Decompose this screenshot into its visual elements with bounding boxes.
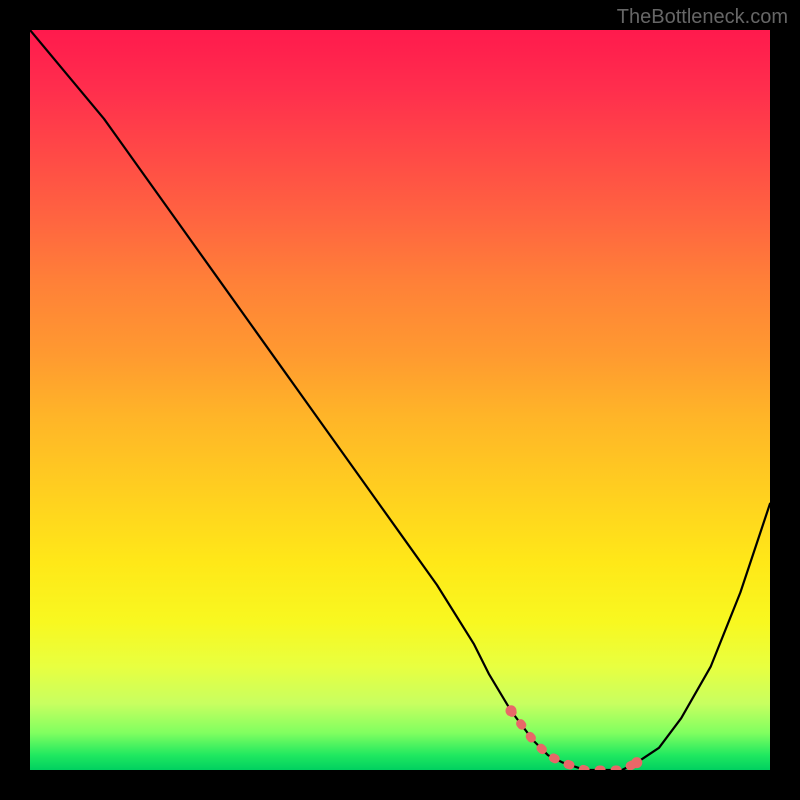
chart-plot-area (30, 30, 770, 770)
chart-background-gradient (30, 30, 770, 770)
watermark-text: TheBottleneck.com (617, 6, 788, 29)
